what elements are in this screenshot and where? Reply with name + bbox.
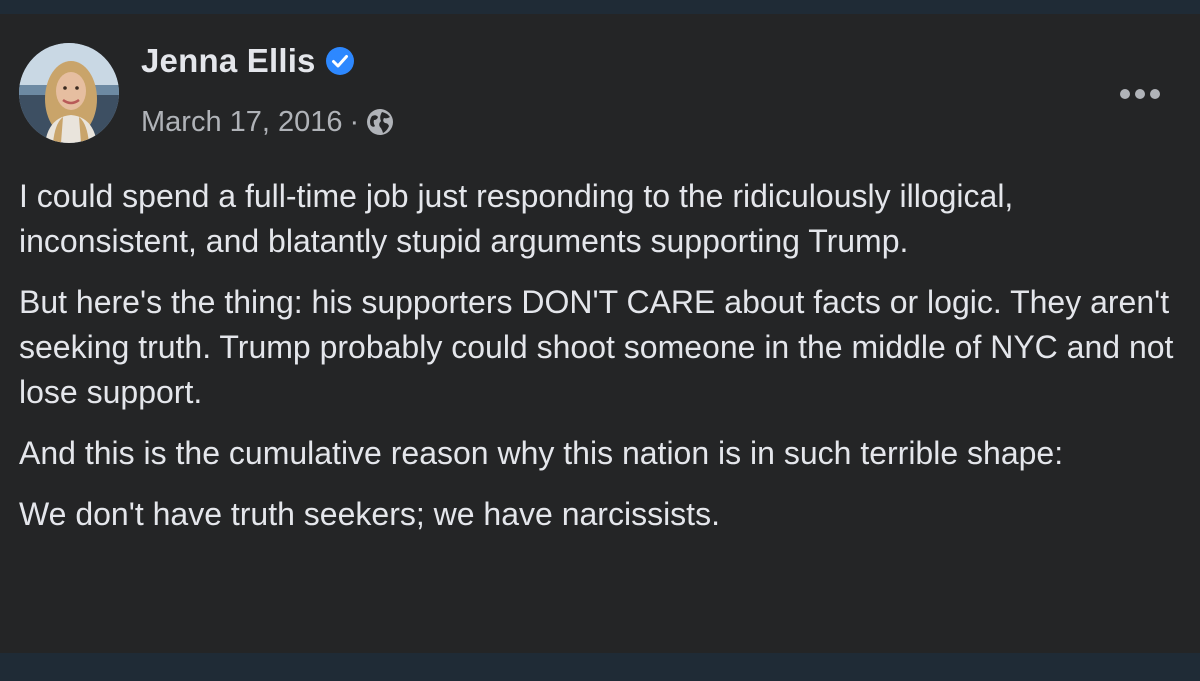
meta-separator: · [349, 105, 360, 138]
author-row: Jenna Ellis [141, 41, 355, 81]
more-options-icon [1120, 89, 1160, 99]
author-name[interactable]: Jenna Ellis [141, 42, 316, 80]
globe-icon[interactable] [365, 107, 395, 137]
author-avatar[interactable] [19, 43, 119, 143]
post-date[interactable]: March 17, 2016 [141, 106, 343, 139]
post-paragraph: And this is the cumulative reason why th… [19, 435, 1064, 471]
post-body: I could spend a full-time job just respo… [19, 174, 1179, 553]
facebook-post-card: Jenna Ellis March 17, 2016 · I could spe… [0, 14, 1200, 653]
post-paragraph: We don't have truth seekers; we have nar… [19, 496, 720, 532]
bottom-background-strip [0, 653, 1200, 681]
verified-badge-icon [325, 46, 355, 76]
top-background-strip [0, 0, 1200, 14]
post-meta: March 17, 2016 · [141, 102, 395, 142]
post-paragraph: But here's the thing: his supporters DON… [19, 284, 1174, 410]
more-options-button[interactable] [1112, 76, 1168, 112]
post-paragraph: I could spend a full-time job just respo… [19, 178, 1014, 259]
